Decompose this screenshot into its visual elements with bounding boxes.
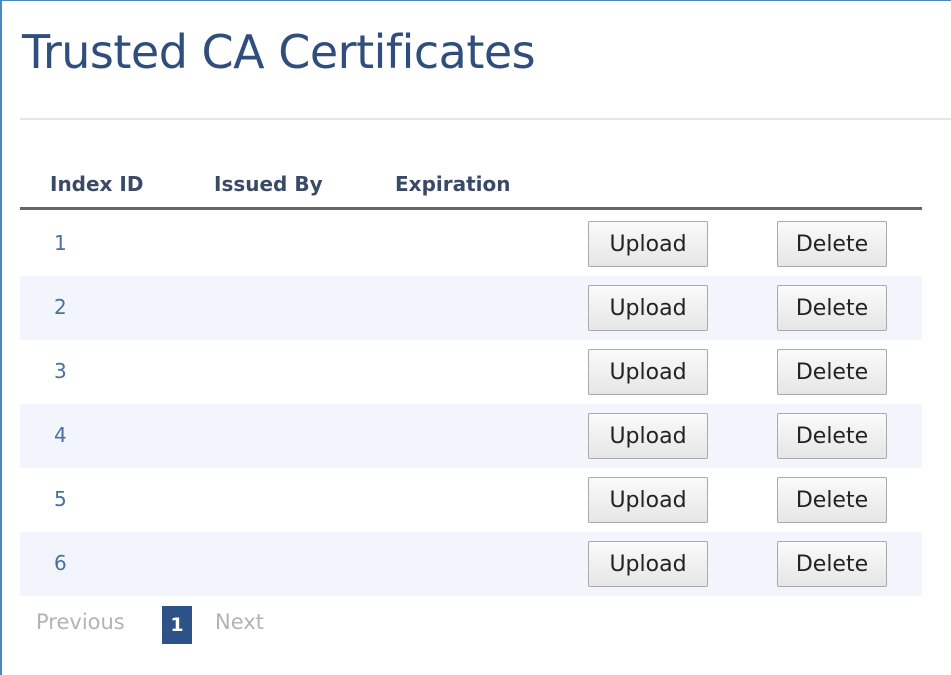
delete-button[interactable]: Delete (777, 413, 887, 459)
upload-button[interactable]: Upload (588, 221, 708, 267)
delete-button[interactable]: Delete (777, 221, 887, 267)
delete-button[interactable]: Delete (777, 349, 887, 395)
header-issued-by: Issued By (214, 172, 323, 196)
upload-button[interactable]: Upload (588, 413, 708, 459)
table-row: 5 Upload Delete (20, 468, 922, 532)
pagination-next[interactable]: Next (215, 610, 264, 634)
row-index: 5 (54, 487, 67, 511)
row-index: 3 (54, 359, 67, 383)
header-expiration: Expiration (395, 172, 511, 196)
table-row: 2 Upload Delete (20, 276, 922, 340)
row-index: 6 (54, 551, 67, 575)
row-index: 4 (54, 423, 67, 447)
upload-button[interactable]: Upload (588, 477, 708, 523)
pagination-previous[interactable]: Previous (36, 610, 125, 634)
table-row: 6 Upload Delete (20, 532, 922, 596)
upload-button[interactable]: Upload (588, 541, 708, 587)
header-index-id: Index ID (50, 172, 144, 196)
table-row: 3 Upload Delete (20, 340, 922, 404)
upload-button[interactable]: Upload (588, 349, 708, 395)
page-title: Trusted CA Certificates (22, 25, 536, 79)
row-index: 2 (54, 295, 67, 319)
delete-button[interactable]: Delete (777, 541, 887, 587)
title-divider (20, 118, 951, 120)
delete-button[interactable]: Delete (777, 477, 887, 523)
row-index: 1 (54, 231, 67, 255)
table-row: 1 Upload Delete (20, 212, 922, 276)
upload-button[interactable]: Upload (588, 285, 708, 331)
table-header: Index ID Issued By Expiration (20, 166, 922, 210)
delete-button[interactable]: Delete (777, 285, 887, 331)
pagination-page-current[interactable]: 1 (162, 606, 192, 644)
certificate-table-body: 1 Upload Delete 2 Upload Delete 3 Upload… (20, 212, 922, 596)
table-row: 4 Upload Delete (20, 404, 922, 468)
